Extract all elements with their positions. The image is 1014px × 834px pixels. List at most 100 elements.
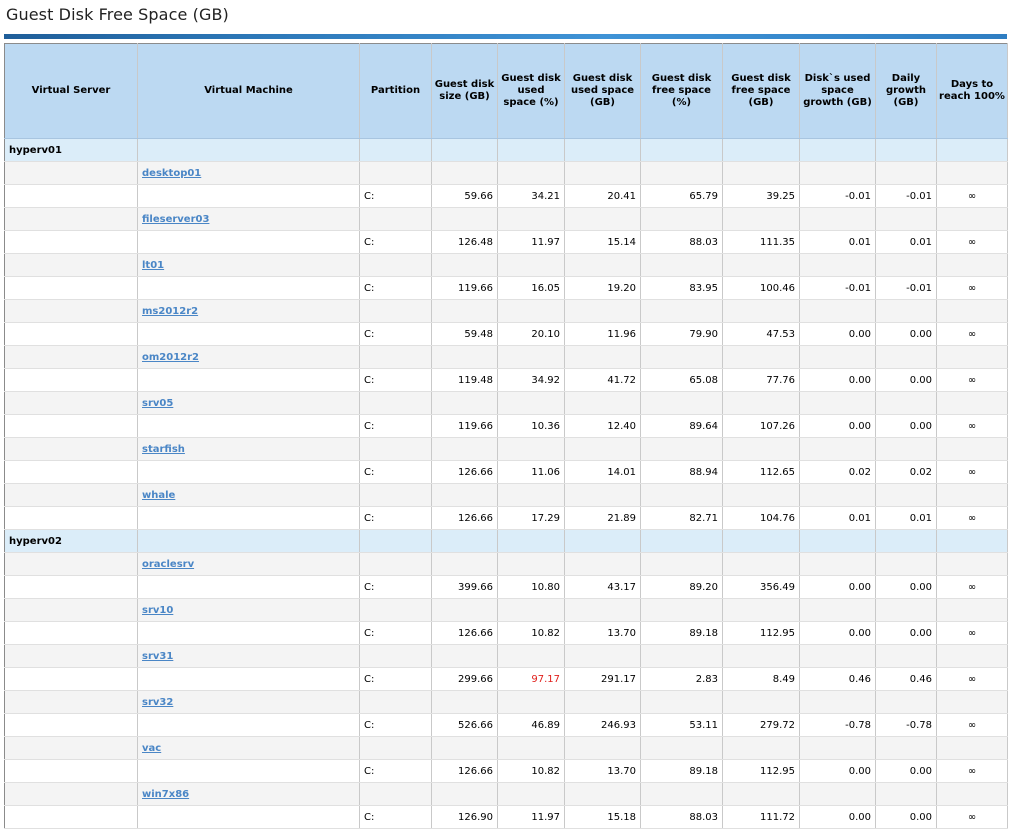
metric-cell: 89.18 — [640, 759, 723, 783]
empty-cell — [722, 161, 800, 185]
empty-cell — [875, 782, 937, 806]
empty-cell — [4, 368, 138, 392]
empty-cell — [875, 345, 937, 369]
empty-cell — [722, 598, 800, 622]
metric-cell: 88.03 — [640, 805, 723, 829]
metric-cell: 100.46 — [722, 276, 800, 300]
empty-cell — [359, 299, 432, 323]
empty-cell — [4, 437, 138, 461]
vm-name-cell: lt01 — [137, 253, 360, 277]
metric-cell: 0.02 — [875, 460, 937, 484]
empty-cell — [4, 805, 138, 829]
column-header[interactable]: Guest disk used space (%) — [497, 43, 565, 139]
partition-row: C: 299.66 97.17 291.17 2.83 8.49 0.46 0.46 ∞ — [4, 667, 1008, 691]
metric-cell: 126.66 — [431, 460, 498, 484]
empty-cell — [640, 529, 723, 553]
empty-cell — [4, 667, 138, 691]
empty-cell — [497, 138, 565, 162]
metric-cell: -0.01 — [875, 184, 937, 208]
empty-cell — [564, 736, 641, 760]
metric-cell: 0.01 — [875, 230, 937, 254]
metric-cell: 8.49 — [722, 667, 800, 691]
empty-cell — [640, 598, 723, 622]
vm-link[interactable]: vac — [142, 743, 161, 754]
metric-cell: 15.14 — [564, 230, 641, 254]
empty-cell — [936, 161, 1008, 185]
empty-cell — [4, 782, 138, 806]
empty-cell — [137, 529, 360, 553]
metric-cell: 11.06 — [497, 460, 565, 484]
metric-cell: 43.17 — [564, 575, 641, 599]
column-header[interactable]: Virtual Server — [4, 43, 138, 139]
empty-cell — [4, 690, 138, 714]
empty-cell — [497, 391, 565, 415]
column-header[interactable]: Guest disk free space (%) — [640, 43, 723, 139]
metric-cell: 34.21 — [497, 184, 565, 208]
empty-cell — [137, 138, 360, 162]
empty-cell — [640, 736, 723, 760]
column-header[interactable]: Disk`s used space growth (GB) — [799, 43, 876, 139]
partition-cell: C: — [359, 575, 432, 599]
empty-cell — [4, 552, 138, 576]
empty-cell — [799, 207, 876, 231]
vm-link[interactable]: starfish — [142, 444, 185, 455]
metric-cell: 10.82 — [497, 621, 565, 645]
vm-link[interactable]: lt01 — [142, 260, 164, 271]
empty-cell — [564, 437, 641, 461]
vm-link[interactable]: fileserver03 — [142, 214, 209, 225]
vm-link[interactable]: srv10 — [142, 605, 173, 616]
vm-link[interactable]: win7x86 — [142, 789, 189, 800]
empty-cell — [4, 391, 138, 415]
days-to-full-cell: ∞ — [936, 575, 1008, 599]
empty-cell — [875, 299, 937, 323]
metric-cell: 0.00 — [875, 575, 937, 599]
empty-cell — [359, 253, 432, 277]
empty-cell — [722, 437, 800, 461]
days-to-full-cell: ∞ — [936, 506, 1008, 530]
empty-cell — [564, 690, 641, 714]
column-header[interactable]: Partition — [359, 43, 432, 139]
empty-cell — [936, 299, 1008, 323]
empty-cell — [640, 299, 723, 323]
empty-cell — [359, 644, 432, 668]
partition-cell: C: — [359, 713, 432, 737]
column-header[interactable]: Guest disk size (GB) — [431, 43, 498, 139]
metric-cell: 17.29 — [497, 506, 565, 530]
empty-cell — [722, 483, 800, 507]
metric-cell: 47.53 — [722, 322, 800, 346]
empty-cell — [137, 805, 360, 829]
vm-link[interactable]: ms2012r2 — [142, 306, 198, 317]
column-header[interactable]: Guest disk free space (GB) — [722, 43, 800, 139]
vm-link[interactable]: srv32 — [142, 697, 173, 708]
vm-row: ms2012r2 — [4, 299, 1008, 323]
column-header[interactable]: Daily growth (GB) — [875, 43, 937, 139]
days-to-full-cell: ∞ — [936, 230, 1008, 254]
empty-cell — [4, 184, 138, 208]
empty-cell — [564, 345, 641, 369]
empty-cell — [640, 782, 723, 806]
empty-cell — [4, 322, 138, 346]
empty-cell — [936, 782, 1008, 806]
empty-cell — [4, 276, 138, 300]
column-header[interactable]: Days to reach 100% — [936, 43, 1008, 139]
column-header[interactable]: Guest disk used space (GB) — [564, 43, 641, 139]
empty-cell — [799, 299, 876, 323]
empty-cell — [359, 391, 432, 415]
partition-cell: C: — [359, 805, 432, 829]
vm-link[interactable]: om2012r2 — [142, 352, 199, 363]
vm-link[interactable]: srv31 — [142, 651, 173, 662]
empty-cell — [936, 437, 1008, 461]
vm-row: srv05 — [4, 391, 1008, 415]
metric-cell: 111.72 — [722, 805, 800, 829]
metric-cell: 356.49 — [722, 575, 800, 599]
empty-cell — [359, 552, 432, 576]
empty-cell — [799, 345, 876, 369]
empty-cell — [875, 253, 937, 277]
vm-link[interactable]: whale — [142, 490, 175, 501]
metric-cell: 13.70 — [564, 621, 641, 645]
vm-link[interactable]: desktop01 — [142, 168, 201, 179]
vm-link[interactable]: oraclesrv — [142, 559, 194, 570]
column-header[interactable]: Virtual Machine — [137, 43, 360, 139]
empty-cell — [137, 713, 360, 737]
vm-link[interactable]: srv05 — [142, 398, 173, 409]
